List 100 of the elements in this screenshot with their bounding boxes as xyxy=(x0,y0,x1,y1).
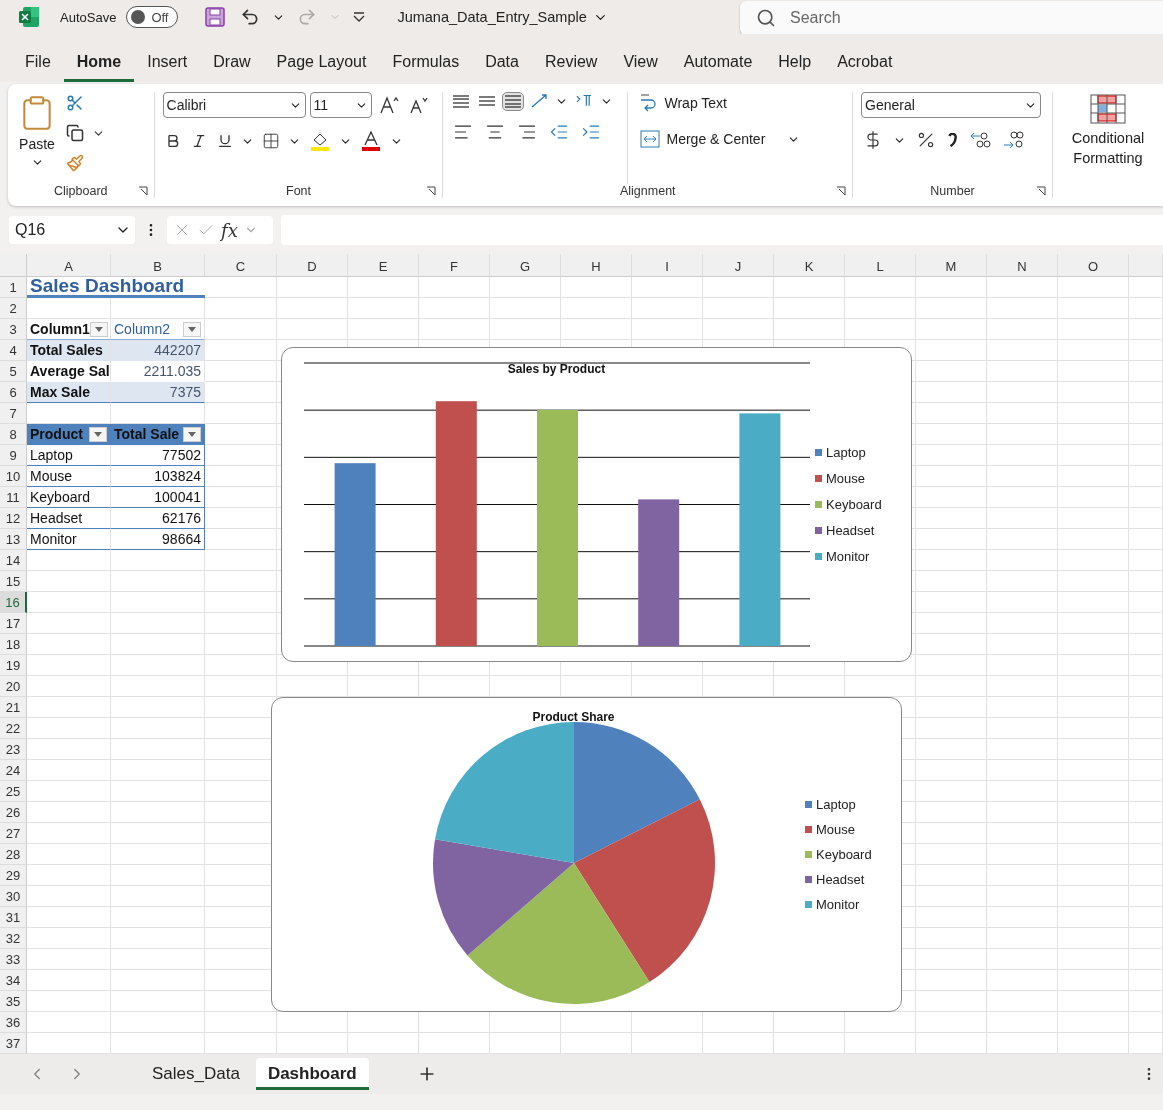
autosave-toggle[interactable]: Off xyxy=(126,6,179,28)
row-header[interactable]: 35 xyxy=(0,991,27,1012)
table-cell[interactable]: 442207 xyxy=(111,340,205,361)
row-header[interactable]: 21 xyxy=(0,697,27,718)
table-cell[interactable]: 103824 xyxy=(111,466,205,487)
dialog-launcher-icon[interactable] xyxy=(426,186,437,196)
row-header[interactable]: 9 xyxy=(0,445,27,466)
column-header[interactable]: I xyxy=(632,254,703,277)
column-header[interactable]: F xyxy=(419,254,490,277)
filter-button[interactable] xyxy=(183,426,201,442)
menu-tab[interactable]: Data xyxy=(472,53,532,82)
filter-button[interactable] xyxy=(183,321,201,337)
row-header[interactable]: 32 xyxy=(0,928,27,949)
row-header[interactable]: 10 xyxy=(0,466,27,487)
column-header[interactable]: N xyxy=(987,254,1058,277)
vertical-align-button[interactable] xyxy=(477,94,498,108)
column-header[interactable]: A xyxy=(27,254,111,277)
row-header[interactable]: 12 xyxy=(0,508,27,529)
font-size-field[interactable]: 11 xyxy=(309,92,372,118)
row-header[interactable]: 30 xyxy=(0,886,27,907)
column-header[interactable]: M xyxy=(916,254,987,277)
row-header[interactable]: 11 xyxy=(0,487,27,508)
sheet-tab[interactable]: Dashboard xyxy=(255,1058,369,1090)
row-header[interactable]: 29 xyxy=(0,865,27,886)
row-header[interactable]: 34 xyxy=(0,970,27,991)
paste-button[interactable]: Paste xyxy=(16,92,58,184)
filter-button[interactable] xyxy=(89,426,107,442)
menu-tab[interactable]: Draw xyxy=(200,53,264,82)
row-header[interactable]: 4 xyxy=(0,340,27,361)
row-header[interactable]: 2 xyxy=(0,298,27,319)
decrease-decimal-button[interactable] xyxy=(1001,129,1027,151)
row-header[interactable]: 15 xyxy=(0,571,27,592)
conditional-formatting-button[interactable]: Conditional Formatting xyxy=(1061,92,1155,170)
column-header[interactable]: B xyxy=(111,254,205,277)
row-header[interactable]: 8 xyxy=(0,424,27,445)
column-header[interactable]: G xyxy=(490,254,561,277)
table-cell[interactable]: 98664 xyxy=(111,529,205,550)
row-header[interactable]: 19 xyxy=(0,655,27,676)
vertical-align-button[interactable] xyxy=(503,92,524,110)
dialog-launcher-icon[interactable] xyxy=(137,186,148,196)
font-name-field[interactable]: Calibri xyxy=(162,92,306,118)
row-header[interactable]: 31 xyxy=(0,907,27,928)
increase-decimal-button[interactable] xyxy=(968,130,994,150)
table-cell[interactable]: 62176 xyxy=(111,508,205,529)
number-format-field[interactable]: General xyxy=(861,92,1042,118)
column-header[interactable]: O xyxy=(1058,254,1129,277)
copy-button[interactable] xyxy=(64,122,86,144)
row-header[interactable]: 1 xyxy=(0,277,27,298)
row-header[interactable]: 7 xyxy=(0,403,27,424)
menu-tab[interactable]: File xyxy=(12,53,64,82)
row-header[interactable]: 14 xyxy=(0,550,27,571)
menu-tab[interactable]: Insert xyxy=(134,53,201,82)
row-header[interactable]: 26 xyxy=(0,802,27,823)
search-field[interactable]: Search xyxy=(740,1,1163,35)
column-header[interactable]: H xyxy=(561,254,632,277)
column-header[interactable]: E xyxy=(348,254,419,277)
row-header[interactable]: 18 xyxy=(0,634,27,655)
menu-tab[interactable]: View xyxy=(610,53,671,82)
dialog-launcher-icon[interactable] xyxy=(1036,186,1046,196)
table-cell[interactable]: Total Sales xyxy=(27,340,111,361)
column-header[interactable]: C xyxy=(205,254,277,277)
column-header[interactable]: K xyxy=(774,254,845,277)
name-box[interactable]: Q16 xyxy=(9,216,135,244)
orientation-button[interactable] xyxy=(529,92,550,110)
merge-center-button[interactable]: Merge & Center xyxy=(638,128,768,150)
row-header[interactable]: 33 xyxy=(0,949,27,970)
menu-tab[interactable]: Automate xyxy=(670,53,766,82)
column-header[interactable]: J xyxy=(703,254,774,277)
row-header[interactable]: 6 xyxy=(0,382,27,403)
vertical-align-button[interactable] xyxy=(451,92,472,110)
row-header[interactable]: 25 xyxy=(0,781,27,802)
row-header[interactable]: 23 xyxy=(0,739,27,760)
table-cell[interactable]: Max Sale xyxy=(27,382,111,403)
row-header[interactable]: 28 xyxy=(0,844,27,865)
row-header[interactable]: 16 xyxy=(0,592,27,613)
row-header[interactable]: 27 xyxy=(0,823,27,844)
file-name-button[interactable]: Jumana_Data_Entry_Sample xyxy=(395,7,610,27)
table-cell[interactable]: 77502 xyxy=(111,445,205,466)
menu-tab[interactable]: Review xyxy=(531,53,611,82)
row-header[interactable]: 24 xyxy=(0,760,27,781)
row-header[interactable]: 5 xyxy=(0,361,27,382)
column-header[interactable]: L xyxy=(845,254,916,277)
row-header[interactable]: 17 xyxy=(0,613,27,634)
insert-function-button[interactable]: fx xyxy=(221,219,238,241)
row-header[interactable]: 3 xyxy=(0,319,27,340)
menu-tab[interactable]: Acrobat xyxy=(824,53,906,82)
sheet-tab[interactable]: Sales_Data xyxy=(140,1058,252,1090)
menu-tab[interactable]: Page Layout xyxy=(263,53,380,82)
table-cell[interactable]: 7375 xyxy=(111,382,205,403)
filter-button[interactable] xyxy=(89,321,108,337)
row-header[interactable]: 13 xyxy=(0,529,27,550)
menu-tab[interactable]: Help xyxy=(765,53,825,82)
table-cell[interactable]: 100041 xyxy=(111,487,205,508)
wrap-text-button[interactable]: Wrap Text xyxy=(638,92,729,114)
row-header[interactable]: 36 xyxy=(0,1012,27,1033)
row-header[interactable]: 22 xyxy=(0,718,27,739)
menu-tab[interactable]: Formulas xyxy=(379,53,473,82)
format-painter-button[interactable] xyxy=(64,152,86,174)
dialog-launcher-icon[interactable] xyxy=(836,186,847,196)
column-header[interactable]: D xyxy=(277,254,348,277)
